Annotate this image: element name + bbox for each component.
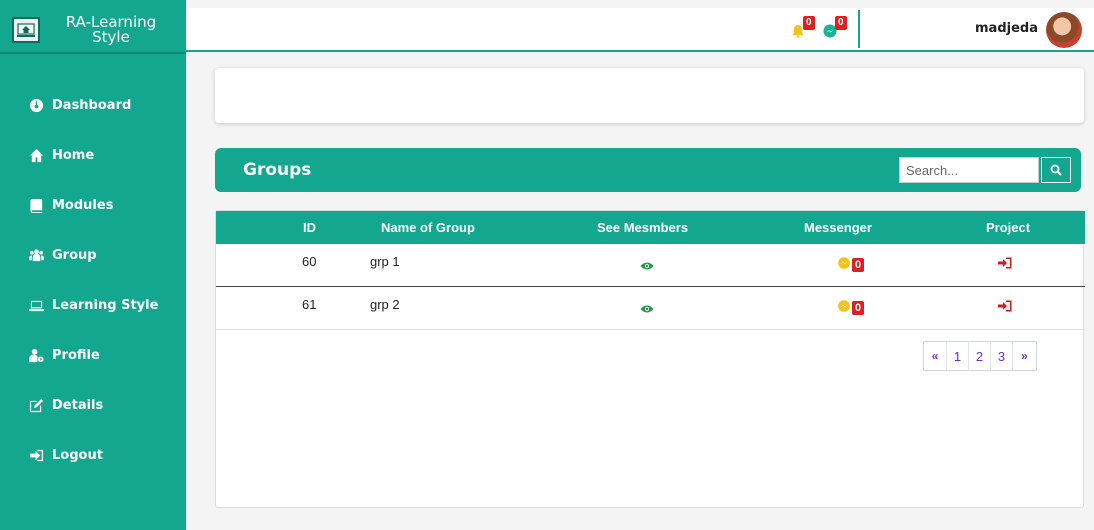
users-icon [28, 247, 44, 263]
topbar-divider [858, 10, 860, 48]
groups-header: Groups [215, 148, 1081, 192]
top-panel [215, 68, 1084, 123]
eye-icon [640, 262, 654, 270]
sidebar-item-label: Logout [52, 447, 103, 463]
messenger-icon [838, 300, 850, 315]
table-row: 61 grp 2 0 [216, 287, 1085, 330]
column-header-name: Name of Group [381, 220, 475, 235]
cell-id: 61 [302, 297, 317, 312]
messages-button[interactable]: 0 [823, 16, 847, 38]
messenger-button[interactable]: 0 [838, 257, 865, 272]
page-title: Groups [243, 160, 312, 180]
sidebar-item-learning-style[interactable]: Learning Style [0, 280, 186, 330]
brand[interactable]: RA-Learning Style [0, 8, 186, 54]
topbar: 0 0 madjeda [186, 8, 1094, 52]
username[interactable]: madjeda [975, 21, 1038, 36]
pagination-page-1[interactable]: 1 [947, 342, 969, 370]
sidebar-item-profile[interactable]: Profile [0, 330, 186, 380]
cell-name: grp 2 [370, 297, 400, 312]
messages-count-badge: 0 [835, 16, 847, 30]
sign-in-icon [998, 257, 1012, 269]
messenger-button[interactable]: 0 [838, 300, 865, 315]
laptop-icon [28, 297, 44, 313]
sidebar-item-modules[interactable]: Modules [0, 180, 186, 230]
laptop-home-logo-icon [12, 17, 40, 43]
logout-icon [28, 447, 44, 463]
sidebar-item-label: Profile [52, 347, 100, 363]
search-button[interactable] [1041, 157, 1071, 183]
pagination-page-3[interactable]: 3 [991, 342, 1013, 370]
sidebar-nav: Dashboard Home Modules Group Learning St… [0, 80, 186, 480]
pagination-next[interactable]: » [1013, 342, 1036, 370]
edit-icon [28, 397, 44, 413]
see-members-button[interactable] [640, 259, 654, 274]
project-button[interactable] [998, 300, 1012, 315]
pagination-prev[interactable]: « [924, 342, 947, 370]
sign-in-icon [998, 300, 1012, 312]
notifications-count-badge: 0 [803, 16, 815, 30]
home-icon [28, 147, 44, 163]
user-cog-icon [28, 347, 44, 363]
column-header-id: ID [303, 220, 316, 235]
groups-table: ID Name of Group See Mesmbers Messenger … [215, 210, 1085, 508]
eye-icon [640, 305, 654, 313]
book-icon [28, 197, 44, 213]
pagination: « 1 2 3 » [923, 341, 1037, 371]
brand-title: RA-Learning Style [65, 13, 157, 46]
pagination-page-2[interactable]: 2 [969, 342, 991, 370]
messenger-count-badge: 0 [852, 300, 865, 315]
search-icon [1050, 164, 1062, 176]
dashboard-icon [28, 97, 44, 113]
table-row: 60 grp 1 0 [216, 244, 1085, 287]
see-members-button[interactable] [640, 302, 654, 317]
sidebar-item-label: Details [52, 397, 104, 413]
table-header: ID Name of Group See Mesmbers Messenger … [216, 211, 1085, 244]
sidebar-item-details[interactable]: Details [0, 380, 186, 430]
sidebar-item-label: Modules [52, 197, 114, 213]
sidebar-item-label: Home [52, 147, 95, 163]
sidebar-item-label: Dashboard [52, 97, 132, 113]
sidebar-item-label: Group [52, 247, 97, 263]
search-input[interactable] [899, 157, 1039, 183]
messenger-icon [838, 257, 850, 272]
sidebar-item-home[interactable]: Home [0, 130, 186, 180]
messenger-count-badge: 0 [852, 257, 865, 272]
cell-id: 60 [302, 254, 317, 269]
sidebar-item-group[interactable]: Group [0, 230, 186, 280]
notifications-button[interactable]: 0 [791, 16, 815, 38]
sidebar: RA-Learning Style Dashboard Home Modules… [0, 0, 186, 530]
sidebar-item-dashboard[interactable]: Dashboard [0, 80, 186, 130]
column-header-members: See Mesmbers [597, 220, 689, 235]
column-header-project: Project [986, 220, 1031, 235]
column-header-messenger: Messenger [804, 220, 872, 235]
avatar[interactable] [1046, 12, 1082, 48]
sidebar-item-logout[interactable]: Logout [0, 430, 186, 480]
cell-name: grp 1 [370, 254, 400, 269]
project-button[interactable] [998, 257, 1012, 272]
sidebar-item-label: Learning Style [52, 297, 159, 313]
